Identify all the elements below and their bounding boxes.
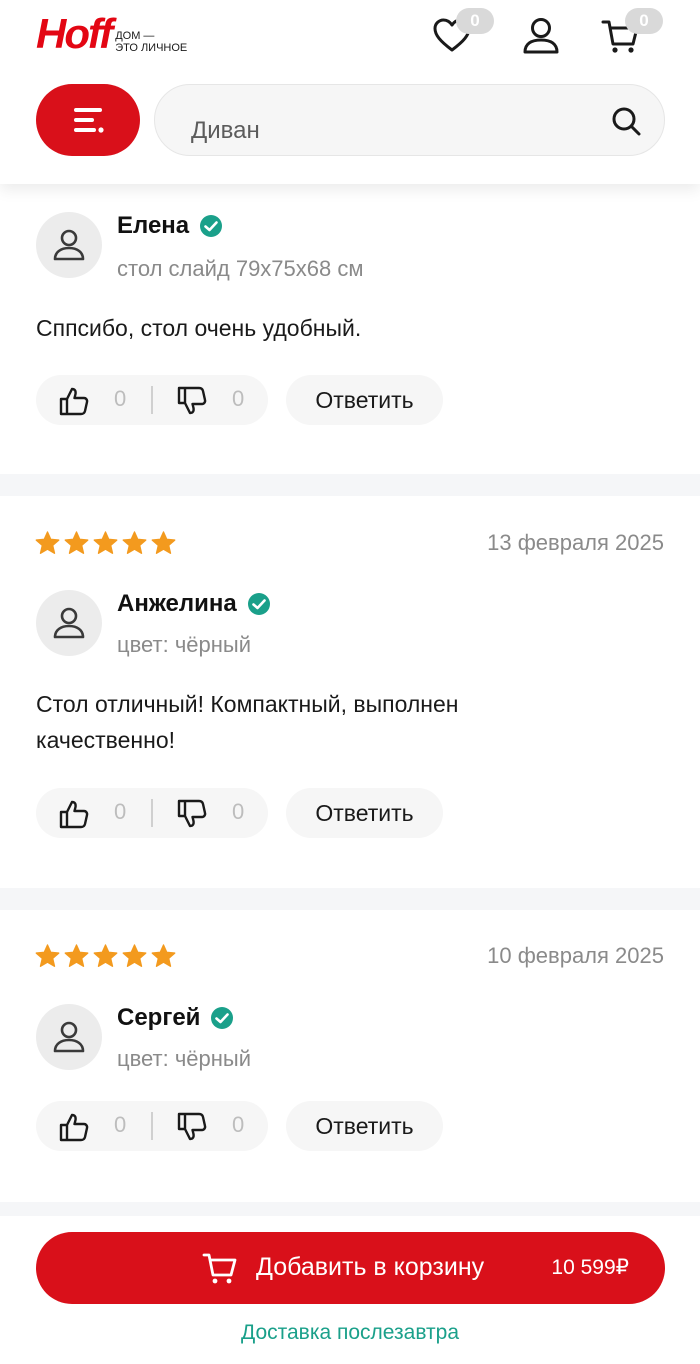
profile-button[interactable] <box>521 14 565 58</box>
rating-stars <box>34 943 177 969</box>
search-input[interactable]: Диван <box>154 84 665 156</box>
dislikes-count: 0 <box>232 386 245 411</box>
review-votes: 0 0 <box>36 1101 268 1151</box>
star-icon <box>64 944 89 967</box>
reviewer-name-text: Анжелина <box>117 590 237 617</box>
user-avatar-icon <box>53 607 85 639</box>
thumbs-up-icon[interactable] <box>58 1111 90 1143</box>
reviewer-name: Анжелина <box>117 590 271 618</box>
cart-icon <box>202 1253 237 1284</box>
votes-divider <box>151 386 153 414</box>
review-text: Стол отличный! Компактный, выполнен каче… <box>36 691 459 753</box>
favorites-button[interactable]: 0 <box>432 8 494 58</box>
avatar <box>36 1004 102 1070</box>
cart-count-badge: 0 <box>625 8 663 34</box>
search-input-value: Диван <box>191 117 260 144</box>
cart-button[interactable]: 0 <box>601 8 663 58</box>
reply-button[interactable]: Ответить <box>286 788 443 838</box>
star-icon <box>35 531 60 554</box>
avatar <box>36 212 102 278</box>
verified-icon <box>247 593 270 615</box>
likes-count: 0 <box>114 799 127 824</box>
verified-icon <box>211 1007 234 1029</box>
logo-tagline-line2: ЭТО ЛИЧНОЕ <box>115 42 188 54</box>
add-to-cart-label: Добавить в корзину <box>256 1253 485 1281</box>
star-icon <box>151 531 176 554</box>
review-separator <box>0 888 700 910</box>
avatar <box>36 590 102 656</box>
votes-divider <box>151 799 153 827</box>
star-icon <box>35 944 60 967</box>
user-avatar-icon <box>53 229 85 261</box>
review-card: 10 февраля 2025 Сергей цвет: чёрный 0 0 … <box>0 910 700 1202</box>
review-product-variant: цвет: чёрный <box>117 632 252 657</box>
header: Hoff ДОМ — ЭТО ЛИЧНОЕ 0 0 Диван <box>0 0 700 184</box>
catalog-menu-button[interactable] <box>36 84 140 156</box>
dislikes-count: 0 <box>232 1112 245 1137</box>
user-icon <box>523 18 559 54</box>
thumbs-down-icon[interactable] <box>176 385 208 417</box>
thumbs-up-icon[interactable] <box>58 798 90 830</box>
reviewer-name-text: Елена <box>117 212 190 239</box>
user-avatar-icon <box>53 1021 85 1053</box>
likes-count: 0 <box>114 1112 127 1137</box>
bottom-purchase-bar: Добавить в корзину 10 599₽ Доставка посл… <box>0 1216 700 1364</box>
search-icon[interactable] <box>610 105 642 137</box>
reply-button[interactable]: Ответить <box>286 1101 443 1151</box>
delivery-info: Доставка послезавтра <box>240 1321 460 1344</box>
dislikes-count: 0 <box>232 799 245 824</box>
product-price: 10 599₽ <box>551 1256 629 1279</box>
reviewer-name: Сергей <box>117 1004 234 1032</box>
star-icon <box>64 531 89 554</box>
review-votes: 0 0 <box>36 375 268 425</box>
star-icon <box>93 944 118 967</box>
likes-count: 0 <box>114 386 127 411</box>
star-icon <box>93 531 118 554</box>
rating-stars <box>34 530 177 556</box>
star-icon <box>122 944 147 967</box>
thumbs-down-icon[interactable] <box>176 798 208 830</box>
review-date: 13 февраля 2025 <box>487 530 664 555</box>
reviewer-name-text: Сергей <box>117 1004 201 1031</box>
review-card: 13 февраля 2025 Анжелина цвет: чёрный Ст… <box>0 496 700 888</box>
favorites-count-badge: 0 <box>456 8 494 34</box>
logo-tagline-line1: ДОМ — <box>115 30 155 42</box>
thumbs-down-icon[interactable] <box>176 1111 208 1143</box>
hoff-logo[interactable]: Hoff ДОМ — ЭТО ЛИЧНОЕ <box>36 10 187 57</box>
review-text: Сппсибо, стол очень удобный. <box>36 315 362 341</box>
review-separator <box>0 474 700 496</box>
verified-icon <box>200 215 223 237</box>
logo-tagline: ДОМ — ЭТО ЛИЧНОЕ <box>115 30 187 54</box>
star-icon <box>122 531 147 554</box>
logo-wordmark: Hoff <box>36 10 113 57</box>
review-product-variant: цвет: чёрный <box>117 1046 252 1071</box>
reply-button[interactable]: Ответить <box>286 375 443 425</box>
review-card: Елена стол слайд 79х75х68 см Сппсибо, ст… <box>0 184 700 474</box>
review-votes: 0 0 <box>36 788 268 838</box>
thumbs-up-icon[interactable] <box>58 385 90 417</box>
add-to-cart-button[interactable]: Добавить в корзину 10 599₽ <box>36 1232 665 1304</box>
reviewer-name: Елена <box>117 212 223 240</box>
star-icon <box>151 944 176 967</box>
review-product-variant: стол слайд 79х75х68 см <box>117 256 364 281</box>
menu-icon <box>74 108 104 133</box>
votes-divider <box>151 1112 153 1140</box>
review-date: 10 февраля 2025 <box>487 943 664 968</box>
